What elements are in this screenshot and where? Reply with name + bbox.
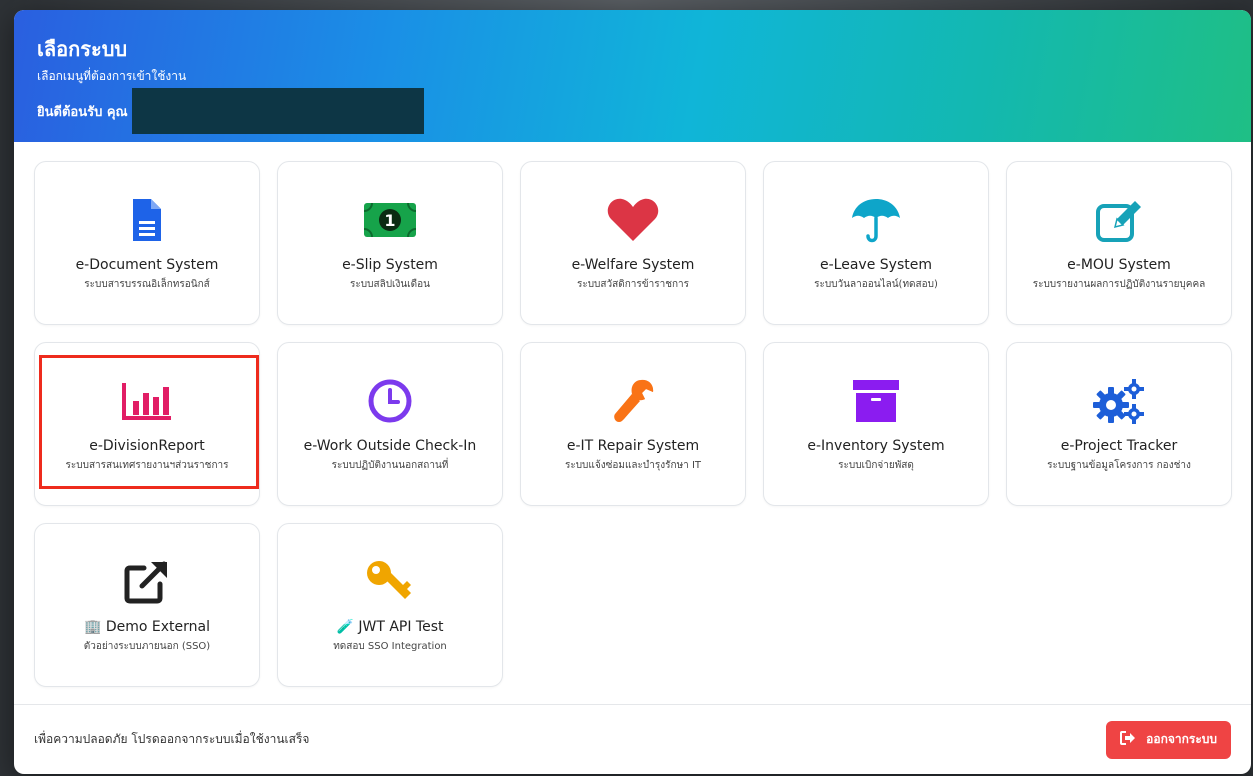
test-tube-emoji-icon: 🧪 (336, 619, 354, 635)
card-description: ระบบเบิกจ่ายพัสดุ (838, 460, 914, 471)
card-e-leave[interactable]: e-Leave System ระบบวันลาออนไลน์(ทดสอบ) (763, 161, 989, 325)
modal-header: เลือกระบบ เลือกเมนูที่ต้องการเข้าใช้งาน … (14, 10, 1251, 142)
card-e-project-tracker[interactable]: e-Project Tracker ระบบฐานข้อมูลโครงการ ก… (1006, 342, 1232, 506)
modal-footer: เพื่อความปลอดภัย โปรดออกจากระบบเมื่อใช้ง… (14, 704, 1251, 774)
card-title: e-Inventory System (807, 438, 945, 454)
card-title: e-Leave System (820, 257, 932, 273)
card-e-slip[interactable]: 1 e-Slip System ระบบสลิปเงินเดือน (277, 161, 503, 325)
card-title: e-Project Tracker (1060, 438, 1178, 454)
card-description: ระบบสวัสดิการข้าราชการ (576, 279, 690, 290)
card-description: ระบบสลิปเงินเดือน (350, 279, 430, 290)
card-e-welfare[interactable]: e-Welfare System ระบบสวัสดิการข้าราชการ (520, 161, 746, 325)
card-title: 🏢 Demo External (84, 618, 210, 636)
redacted-username (131, 88, 424, 134)
bar-chart-icon (121, 377, 173, 425)
card-description: ระบบแจ้งซ่อมและบำรุงรักษา IT (564, 460, 702, 471)
card-description: ระบบสารสนเทศรายงานฯส่วนราชการ (65, 460, 229, 471)
card-description: ระบบสารบรรณอิเล็กทรอนิกส์ (84, 279, 210, 290)
card-description: ตัวอย่างระบบภายนอก (SSO) (83, 641, 211, 652)
card-description: ระบบรายงานผลการปฏิบัติงานรายบุคคล (1032, 279, 1206, 290)
archive-box-icon (852, 377, 900, 425)
card-description: ระบบฐานข้อมูลโครงการ กองช่าง (1047, 460, 1191, 471)
edit-square-icon (1095, 196, 1143, 244)
card-e-document[interactable]: e-Document System ระบบสารบรรณอิเล็กทรอนิ… (34, 161, 260, 325)
card-title: e-Welfare System (571, 257, 695, 273)
wrench-icon (611, 377, 655, 425)
gears-icon (1091, 377, 1147, 425)
card-description: ระบบวันลาออนไลน์(ทดสอบ) (814, 279, 938, 290)
sign-out-icon (1120, 731, 1136, 748)
card-title: e-Work Outside Check-In (303, 438, 477, 454)
modal-title: เลือกระบบ (37, 37, 128, 61)
clock-icon (368, 377, 412, 425)
card-title: 🧪 JWT API Test (336, 618, 443, 636)
card-title-text: JWT API Test (358, 619, 444, 635)
card-e-it-repair[interactable]: e-IT Repair System ระบบแจ้งซ่อมและบำรุงร… (520, 342, 746, 506)
logout-button[interactable]: ออกจากระบบ (1106, 720, 1231, 759)
money-bill-icon: 1 (363, 196, 417, 244)
svg-text:1: 1 (384, 211, 395, 230)
card-description: ทดสอบ SSO Integration (333, 641, 447, 652)
umbrella-icon (850, 196, 902, 244)
key-icon (365, 558, 415, 606)
card-e-divisionreport[interactable]: e-DivisionReport ระบบสารสนเทศรายงานฯส่วน… (34, 342, 260, 506)
external-link-icon (124, 558, 170, 606)
heart-icon (607, 196, 659, 244)
system-select-modal: เลือกระบบ เลือกเมนูที่ต้องการเข้าใช้งาน … (14, 10, 1251, 774)
card-e-mou[interactable]: e-MOU System ระบบรายงานผลการปฏิบัติงานรา… (1006, 161, 1232, 325)
card-title: e-Slip System (342, 257, 438, 273)
card-title: e-Document System (75, 257, 219, 273)
card-demo-external[interactable]: 🏢 Demo External ตัวอย่างระบบภายนอก (SSO) (34, 523, 260, 687)
building-emoji-icon: 🏢 (83, 619, 102, 635)
logout-label: ออกจากระบบ (1146, 732, 1217, 746)
welcome-row: ยินดีต้อนรับ คุณ (37, 88, 1228, 134)
card-e-work-outside[interactable]: e-Work Outside Check-In ระบบปฏิบัติงานนอ… (277, 342, 503, 506)
card-title: e-IT Repair System (566, 438, 700, 454)
security-note: เพื่อความปลอดภัย โปรดออกจากระบบเมื่อใช้ง… (34, 732, 310, 746)
card-jwt-api-test[interactable]: 🧪 JWT API Test ทดสอบ SSO Integration (277, 523, 503, 687)
welcome-text: ยินดีต้อนรับ คุณ (37, 104, 128, 120)
card-title: e-MOU System (1067, 257, 1171, 273)
system-grid: e-Document System ระบบสารบรรณอิเล็กทรอนิ… (34, 161, 1232, 687)
card-title-text: Demo External (105, 619, 211, 635)
modal-subtitle: เลือกเมนูที่ต้องการเข้าใช้งาน (37, 69, 187, 83)
document-icon (131, 196, 163, 244)
card-title: e-DivisionReport (89, 438, 205, 454)
card-e-inventory[interactable]: e-Inventory System ระบบเบิกจ่ายพัสดุ (763, 342, 989, 506)
card-description: ระบบปฏิบัติงานนอกสถานที่ (331, 460, 449, 471)
